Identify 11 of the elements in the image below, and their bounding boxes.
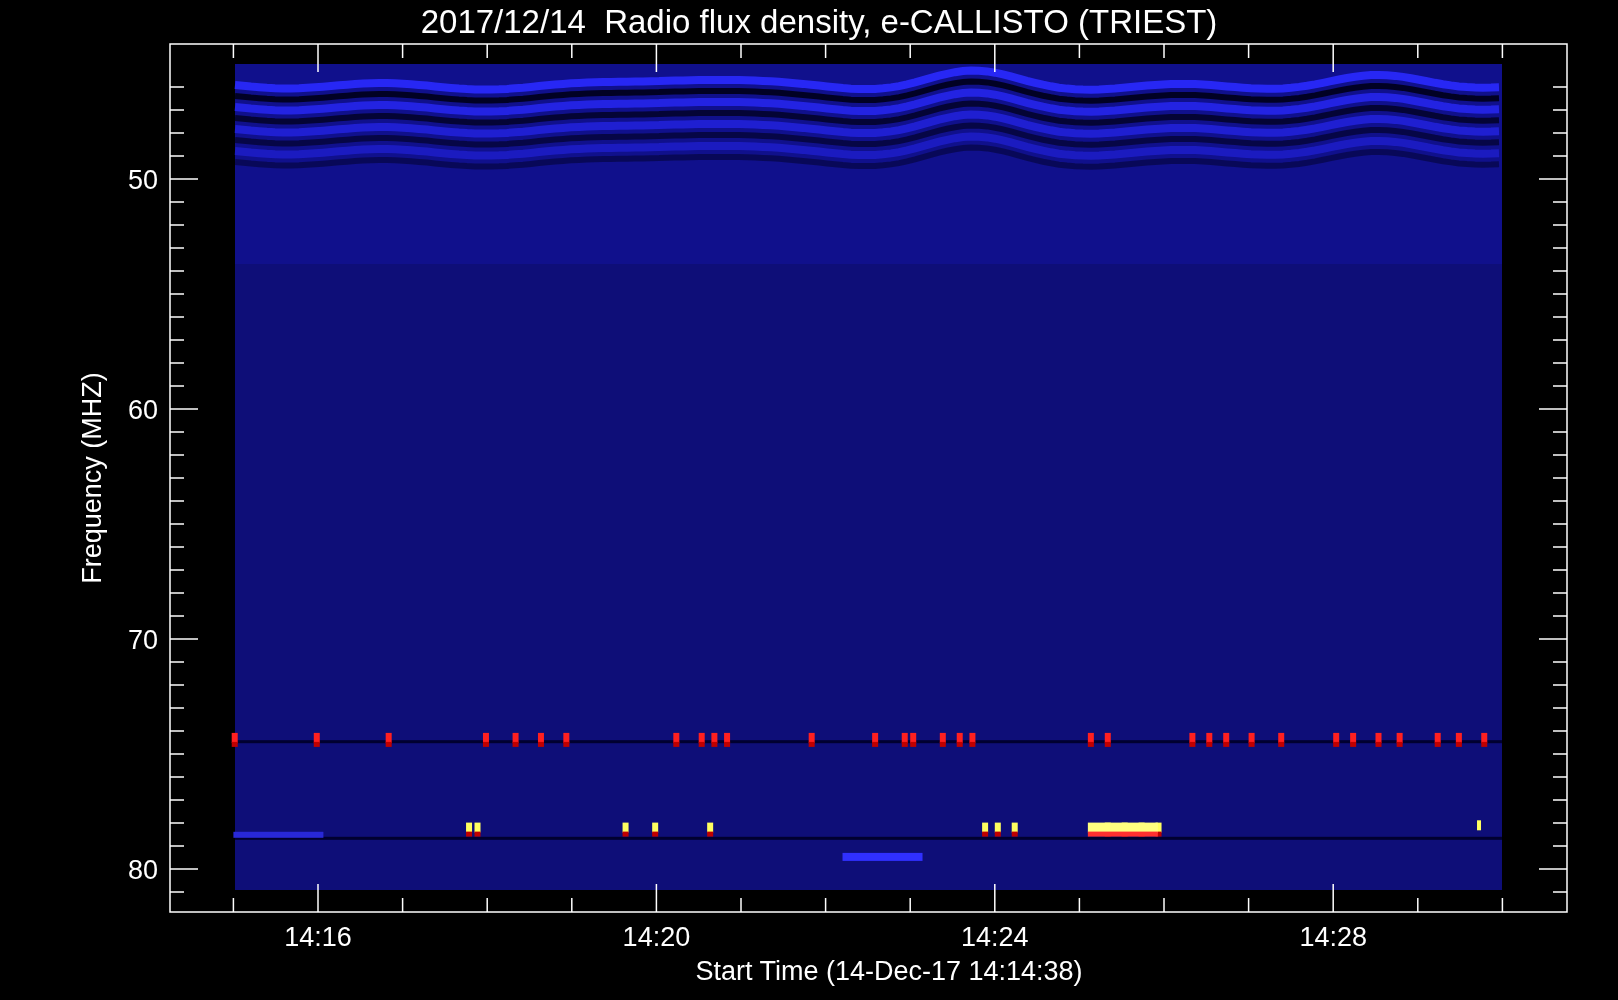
x-tick-label: 14:28 bbox=[1299, 922, 1367, 952]
chart-title: 2017/12/14 Radio flux density, e-CALLISTO (TRIEST) bbox=[420, 5, 1218, 38]
y-tick-label: 80 bbox=[127, 855, 158, 885]
x-axis-label: Start Time (14-Dec-17 14:14:38) bbox=[695, 958, 1083, 985]
y-tick-label: 60 bbox=[127, 395, 158, 425]
y-axis-label: Frequency (MHZ) bbox=[77, 372, 107, 584]
y-tick-label: 50 bbox=[127, 165, 158, 195]
x-tick-label: 14:24 bbox=[961, 922, 1029, 952]
x-tick-label: 14:20 bbox=[622, 922, 691, 952]
y-tick-label: 70 bbox=[127, 625, 158, 655]
x-tick-label: 14:16 bbox=[284, 922, 352, 952]
